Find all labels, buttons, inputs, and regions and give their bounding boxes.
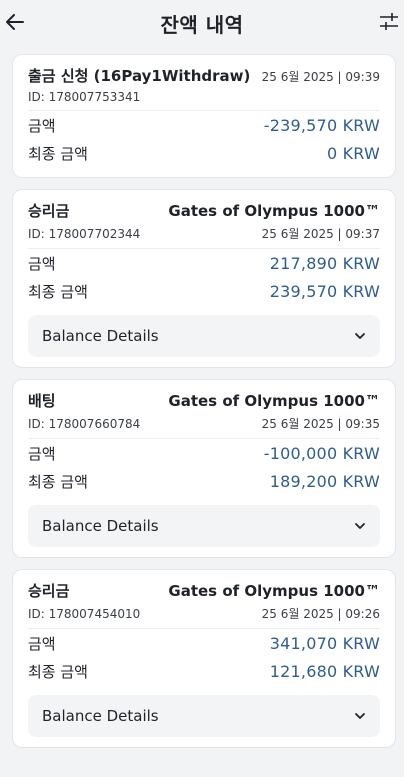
transaction-header: 출금 신청 (16Pay1Withdraw) 25 6월 2025 | 09:3…: [28, 65, 380, 86]
transaction-type: 승리금: [28, 582, 70, 600]
final-amount-label: 최종 금액: [28, 282, 88, 301]
transaction-card: 승리금 Gates of Olympus 1000™ ID: 178007454…: [12, 569, 396, 748]
balance-details-toggle[interactable]: Balance Details: [28, 315, 380, 357]
transaction-id: ID: 178007454010: [28, 606, 141, 621]
arrow-left-icon: [6, 14, 24, 30]
final-amount-value: 0 KRW: [326, 143, 380, 163]
chevron-down-icon: [355, 333, 365, 339]
amount-value: -239,570 KRW: [263, 115, 380, 135]
transaction-date: 25 6월 2025 | 09:39: [261, 70, 380, 84]
amount-row: 금액 -239,570 KRW: [28, 111, 380, 139]
page-title: 잔액 내역: [160, 12, 244, 37]
amount-label: 금액: [28, 116, 56, 135]
transaction-date: 25 6월 2025 | 09:26: [261, 607, 380, 621]
final-amount-row: 최종 금액 121,680 KRW: [28, 657, 380, 685]
amount-value: -100,000 KRW: [263, 443, 380, 463]
transaction-header: 배팅 Gates of Olympus 1000™: [28, 390, 380, 411]
game-name: Gates of Olympus 1000™: [168, 582, 380, 600]
amount-value: 341,070 KRW: [269, 633, 380, 653]
transaction-header: 승리금 Gates of Olympus 1000™: [28, 580, 380, 601]
amount-row: 금액 -100,000 KRW: [28, 439, 380, 467]
balance-details-label: Balance Details: [42, 327, 159, 345]
transaction-id-row: ID: 178007702344 25 6월 2025 | 09:37: [28, 221, 380, 249]
final-amount-row: 최종 금액 189,200 KRW: [28, 467, 380, 495]
transaction-header: 승리금 Gates of Olympus 1000™: [28, 200, 380, 221]
transaction-date: 25 6월 2025 | 09:37: [261, 227, 380, 241]
amount-label: 금액: [28, 444, 56, 463]
balance-details-toggle[interactable]: Balance Details: [28, 505, 380, 547]
balance-details-label: Balance Details: [42, 707, 159, 725]
game-name: Gates of Olympus 1000™: [168, 202, 380, 220]
transaction-list: 출금 신청 (16Pay1Withdraw) 25 6월 2025 | 09:3…: [12, 54, 396, 759]
sliders-icon: [380, 13, 398, 30]
transaction-id: ID: 178007753341: [28, 90, 141, 104]
filter-button[interactable]: [378, 11, 402, 35]
amount-label: 금액: [28, 254, 56, 273]
transaction-id: ID: 178007660784: [28, 416, 141, 431]
transaction-type: 승리금: [28, 202, 70, 220]
final-amount-row: 최종 금액 239,570 KRW: [28, 277, 380, 305]
amount-value: 217,890 KRW: [269, 253, 380, 273]
chevron-down-icon: [355, 523, 365, 529]
transaction-card: 승리금 Gates of Olympus 1000™ ID: 178007702…: [12, 189, 396, 368]
transaction-id: ID: 178007702344: [28, 226, 141, 241]
final-amount-label: 최종 금액: [28, 144, 88, 163]
final-amount-row: 최종 금액 0 KRW: [28, 139, 380, 167]
transaction-card: 출금 신청 (16Pay1Withdraw) 25 6월 2025 | 09:3…: [12, 54, 396, 178]
amount-row: 금액 341,070 KRW: [28, 629, 380, 657]
transaction-id-row: ID: 178007454010 25 6월 2025 | 09:26: [28, 601, 380, 629]
game-name: Gates of Olympus 1000™: [168, 392, 380, 410]
back-button[interactable]: [4, 9, 26, 35]
final-amount-value: 239,570 KRW: [269, 281, 380, 301]
amount-label: 금액: [28, 634, 56, 653]
final-amount-value: 189,200 KRW: [269, 471, 380, 491]
app-header: 잔액 내역: [0, 0, 404, 46]
transaction-type: 배팅: [28, 392, 56, 410]
balance-details-toggle[interactable]: Balance Details: [28, 695, 380, 737]
final-amount-label: 최종 금액: [28, 472, 88, 491]
transaction-card: 배팅 Gates of Olympus 1000™ ID: 1780076607…: [12, 379, 396, 558]
transaction-date: 25 6월 2025 | 09:35: [261, 417, 380, 431]
transaction-id-row: ID: 178007753341: [28, 86, 380, 111]
transaction-id-row: ID: 178007660784 25 6월 2025 | 09:35: [28, 411, 380, 439]
final-amount-value: 121,680 KRW: [269, 661, 380, 681]
final-amount-label: 최종 금액: [28, 662, 88, 681]
amount-row: 금액 217,890 KRW: [28, 249, 380, 277]
chevron-down-icon: [355, 713, 365, 719]
transaction-type: 출금 신청 (16Pay1Withdraw): [28, 67, 251, 85]
balance-details-label: Balance Details: [42, 517, 159, 535]
